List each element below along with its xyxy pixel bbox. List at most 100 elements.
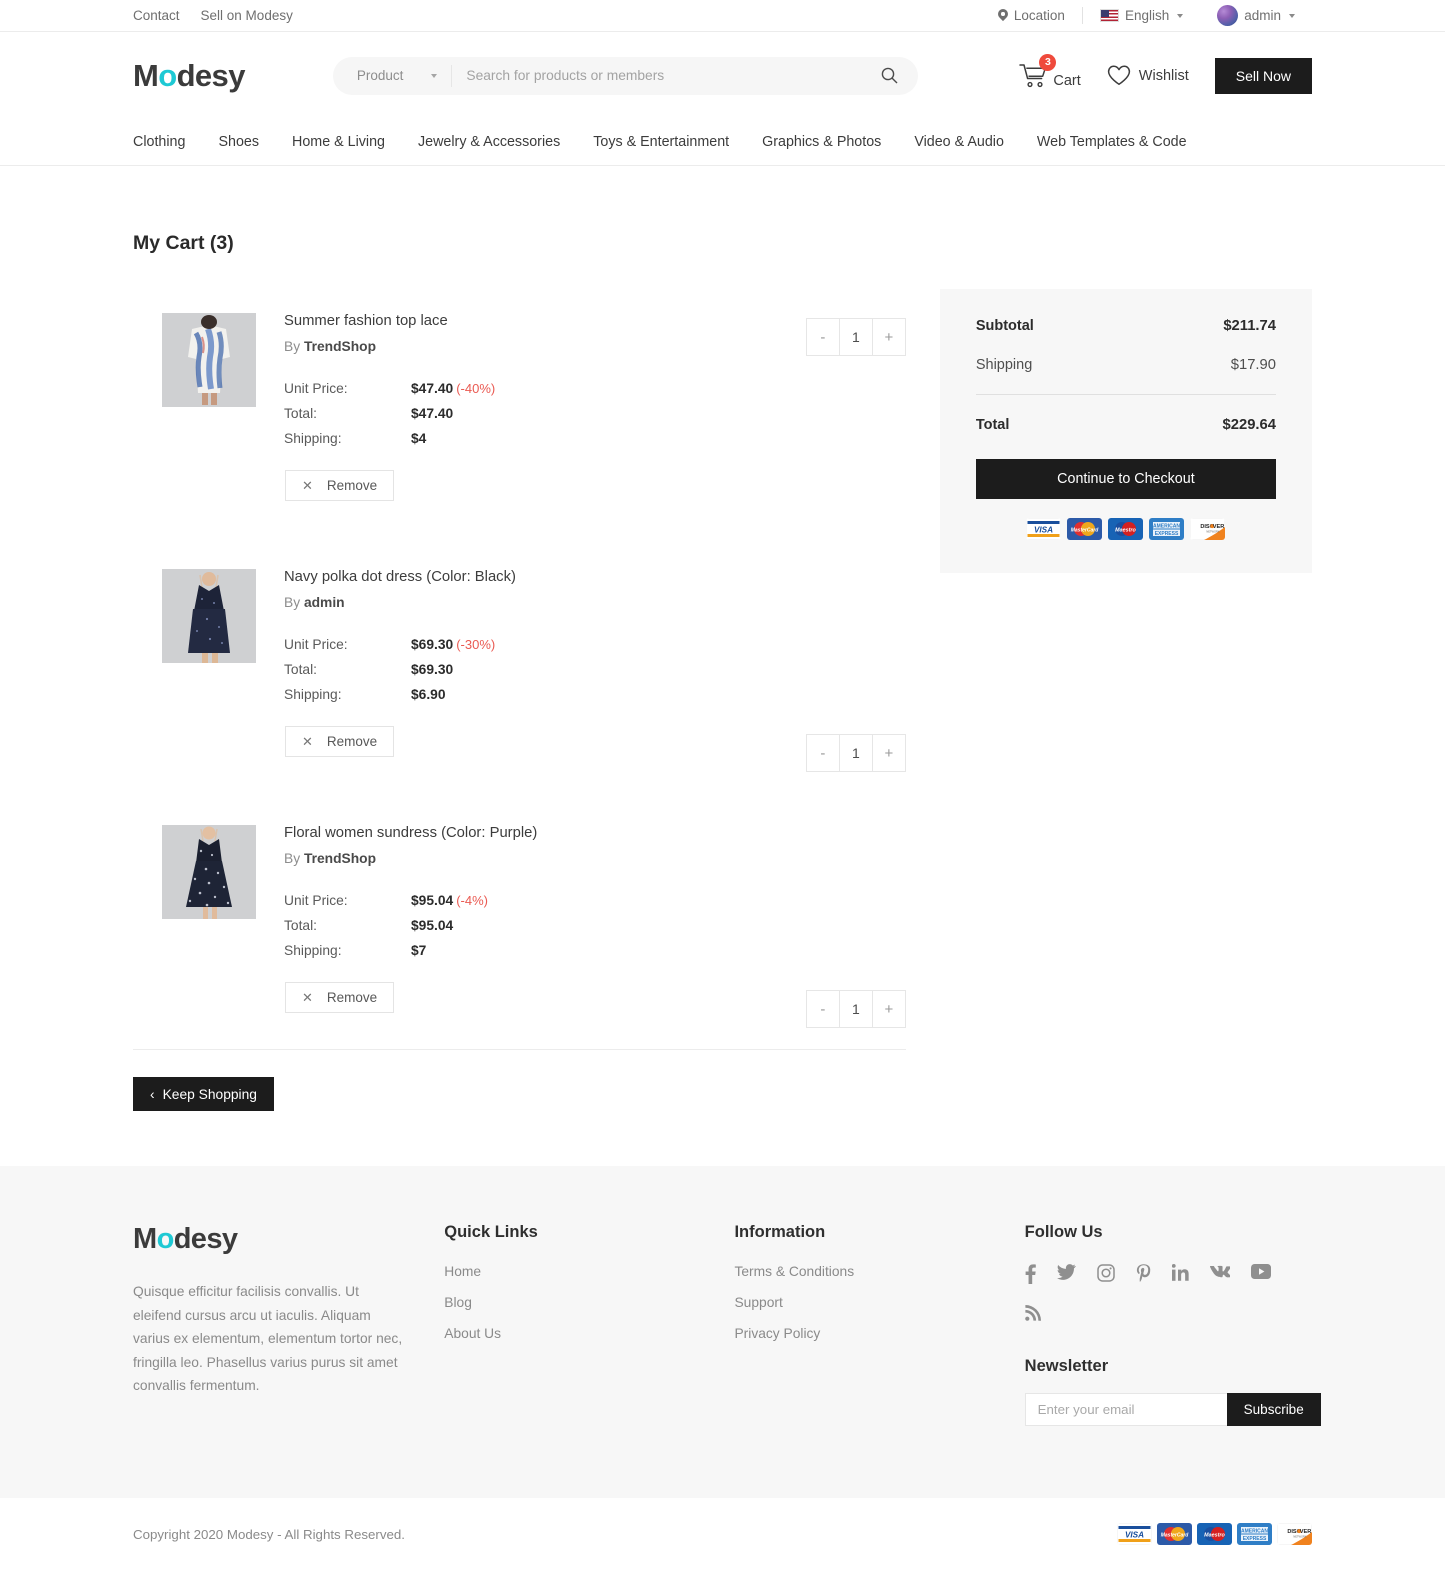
discover-icon: DISC VER NETWORK [1277, 1523, 1312, 1545]
svg-text:AMERICAN: AMERICAN [1153, 523, 1180, 529]
nav-item-home-living[interactable]: Home & Living [292, 134, 385, 150]
by-label: By [284, 851, 301, 866]
product-image [162, 569, 256, 663]
social-links [1024, 1264, 1285, 1321]
account-menu[interactable]: admin [1200, 5, 1312, 26]
table-row: Navy polka dot dress (Color: Black) By a… [133, 501, 906, 772]
total-label: Total: [284, 406, 317, 421]
facebook-icon[interactable] [1025, 1264, 1036, 1284]
svg-text:NETWORK: NETWORK [1207, 530, 1221, 534]
nav-item-web-templates-code[interactable]: Web Templates & Code [1037, 134, 1187, 150]
subtotal-row: Subtotal $211.74 [976, 318, 1276, 334]
shipping-label: Shipping: [284, 943, 342, 958]
vk-icon[interactable] [1209, 1264, 1230, 1284]
remove-button[interactable]: ✕ Remove [285, 470, 395, 501]
seller-name[interactable]: admin [304, 595, 345, 610]
footer-logo[interactable]: Modesy [133, 1223, 444, 1256]
unit-price-value: $47.40 [411, 381, 454, 396]
by-label: By [284, 595, 301, 610]
remove-label: Remove [326, 478, 378, 493]
us-flag-icon [1099, 9, 1119, 22]
rss-icon[interactable] [1024, 1305, 1041, 1321]
nav-item-toys-entertainment[interactable]: Toys & Entertainment [593, 134, 729, 150]
discount-badge: (-40%) [456, 381, 496, 396]
seller-name[interactable]: TrendShop [304, 851, 376, 866]
location-selector[interactable]: Location [981, 8, 1082, 23]
topbar-link-contact[interactable]: Contact [133, 8, 180, 23]
chevron-down-icon [1177, 13, 1184, 18]
quantity-decrease-button[interactable]: - [806, 991, 839, 1027]
shipping-value: $6.90 [411, 687, 446, 702]
shipping-row: Shipping: $6.90 [284, 682, 784, 707]
keep-shopping-label: Keep Shopping [162, 1086, 257, 1102]
by-label: By [284, 339, 301, 354]
footer-link-blog[interactable]: Blog [444, 1295, 734, 1310]
sell-now-button[interactable]: Sell Now [1214, 57, 1312, 94]
quantity-increase-button[interactable]: + [872, 319, 905, 355]
topbar-right: Location English admin [981, 5, 1312, 26]
quantity-input[interactable] [838, 319, 873, 355]
continue-to-checkout-button[interactable]: Continue to Checkout [975, 459, 1276, 499]
footer-link-about-us[interactable]: About Us [444, 1326, 734, 1341]
language-selector[interactable]: English [1083, 8, 1200, 23]
unit-price-label: Unit Price: [284, 637, 348, 652]
footer-link-support[interactable]: Support [734, 1295, 1024, 1310]
product-thumbnail[interactable] [162, 825, 256, 919]
topbar-link-sell-on-modesy[interactable]: Sell on Modesy [201, 8, 293, 23]
keep-shopping-button[interactable]: ‹ Keep Shopping [133, 1077, 274, 1111]
nav-item-graphics-photos[interactable]: Graphics & Photos [762, 134, 881, 150]
search-category-select[interactable]: Product [333, 57, 452, 95]
cart-button[interactable]: 3 Cart [1019, 53, 1081, 89]
remove-label: Remove [326, 990, 378, 1005]
product-name[interactable]: Floral women sundress (Color: Purple) [284, 825, 784, 841]
mastercard-icon: MasterCard [1067, 518, 1103, 540]
chevron-left-icon: ‹ [150, 1086, 155, 1102]
mastercard-icon: MasterCard [1157, 1523, 1192, 1545]
product-name[interactable]: Summer fashion top lace [284, 313, 784, 329]
subscribe-button[interactable]: Subscribe [1226, 1393, 1321, 1426]
product-thumbnail[interactable] [162, 569, 256, 663]
shipping-value: $7 [411, 943, 427, 958]
footer-quick-links-column: Quick Links Home Blog About Us [444, 1223, 734, 1426]
wishlist-button[interactable]: Wishlist [1107, 65, 1189, 86]
footer-link-terms-conditions[interactable]: Terms & Conditions [734, 1264, 1024, 1279]
nav-item-video-audio[interactable]: Video & Audio [914, 134, 1004, 150]
nav-item-shoes[interactable]: Shoes [218, 134, 259, 150]
site-logo[interactable]: Modesy [133, 58, 245, 94]
svg-text:Maestro: Maestro [1116, 527, 1137, 533]
quantity-decrease-button[interactable]: - [806, 319, 839, 355]
subtotal-label: Subtotal [975, 318, 1034, 334]
footer-link-privacy-policy[interactable]: Privacy Policy [734, 1326, 1024, 1341]
svg-text:Maestro: Maestro [1204, 1532, 1225, 1538]
remove-button[interactable]: ✕ Remove [285, 726, 395, 757]
product-thumbnail[interactable] [162, 313, 256, 407]
maestro-icon: Maestro [1197, 1523, 1232, 1545]
amex-icon: AMERICAN EXPRESS [1237, 1523, 1272, 1545]
svg-text:MasterCard: MasterCard [1071, 527, 1099, 533]
twitter-icon[interactable] [1056, 1264, 1076, 1284]
nav-item-jewelry-accessories[interactable]: Jewelry & Accessories [418, 134, 560, 150]
total-value: $47.40 [411, 406, 454, 421]
unit-price-row: Unit Price: $47.40 (-40%) [284, 376, 784, 401]
youtube-icon[interactable] [1250, 1264, 1271, 1284]
price-breakdown: Unit Price: $69.30 (-30%) Total: $69.30 … [284, 632, 784, 707]
quantity-stepper: - + [805, 990, 906, 1028]
linkedin-icon[interactable] [1171, 1264, 1189, 1284]
footer-link-home[interactable]: Home [444, 1264, 734, 1279]
search-input[interactable] [452, 68, 873, 83]
cart-count-badge: 3 [1039, 53, 1057, 71]
remove-label: Remove [326, 734, 378, 749]
product-name[interactable]: Navy polka dot dress (Color: Black) [284, 569, 784, 585]
newsletter-email-input[interactable] [1024, 1393, 1227, 1426]
pinterest-icon[interactable] [1136, 1264, 1151, 1284]
remove-button[interactable]: ✕ Remove [285, 982, 395, 1013]
instagram-icon[interactable] [1096, 1264, 1115, 1284]
svg-text:VISA: VISA [1034, 526, 1053, 535]
seller-name[interactable]: TrendShop [304, 339, 376, 354]
total-label: Total: [284, 662, 317, 677]
header-actions: 3 Cart Wishlist Sell Now [1019, 53, 1312, 94]
nav-item-clothing[interactable]: Clothing [133, 134, 185, 150]
search-submit-button[interactable] [873, 67, 918, 84]
quantity-increase-button[interactable]: + [872, 991, 905, 1027]
quantity-input[interactable] [838, 991, 873, 1027]
